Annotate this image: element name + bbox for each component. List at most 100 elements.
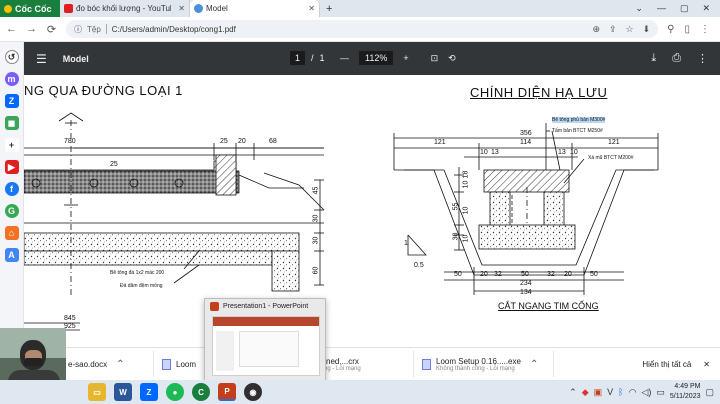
file-icon [162, 358, 171, 370]
dim-label: 121 [434, 139, 446, 146]
dim-label: 18 [462, 170, 470, 179]
antivirus-icon[interactable]: ◆ [582, 387, 589, 398]
clock-date: 5/11/2023 [669, 393, 701, 400]
download-pdf-icon[interactable]: ⤓ [651, 52, 656, 65]
maximize-button[interactable]: ▢ [680, 3, 689, 14]
dim-label: 50 [454, 271, 462, 278]
share-icon[interactable]: ⇪ [609, 24, 617, 35]
fit-page-icon[interactable]: ⊡ [431, 53, 439, 64]
minimize-button[interactable]: — [657, 3, 666, 14]
youtube-sidebar-icon[interactable]: ▶ [4, 160, 19, 174]
translate-icon[interactable]: A [4, 248, 19, 262]
facebook-icon[interactable]: f [4, 182, 19, 196]
extensions-icon[interactable]: ⚲ [667, 24, 674, 35]
pdf-drawing-canvas: NG QUA ĐƯỜNG LOẠI 1 CHÍNH DIỆN HẠ LƯU CẮ… [24, 75, 720, 347]
dim-label: 114 [520, 139, 532, 146]
dim-label: 60 [312, 266, 320, 275]
download-name: Loom Setup 0.16.....exe [436, 356, 521, 366]
pdf-toolbar: ☰ Model 1 / 1 — 112% + ⊡ ⟲ ⤓ ⎙ ⋮ [24, 42, 720, 75]
download-status: Không thành công - Lỗi mạng [436, 365, 515, 372]
tab-youtube[interactable]: đo bóc khối lượng - YouTube ✕ [60, 0, 190, 17]
chevron-up-icon[interactable]: ⌃ [569, 387, 577, 398]
download-icon[interactable]: ⬇ [643, 24, 651, 35]
obs-icon[interactable]: ◉ [244, 383, 262, 401]
dim-label: 20 [564, 271, 572, 278]
vpn-icon[interactable]: V [607, 387, 613, 397]
url-text: C:/Users/admin/Desktop/cong1.pdf [111, 24, 236, 34]
download-item[interactable]: Loom Setup 0.16.....exe Không thành công… [414, 351, 554, 377]
page-separator: / [311, 53, 314, 63]
dim-label: 121 [608, 139, 620, 146]
game-icon[interactable]: ◼ [4, 116, 19, 130]
messenger-icon[interactable]: m [4, 72, 19, 86]
downloads-actions: Hiển thị tất cả ✕ [642, 360, 720, 369]
zoom-value-input[interactable]: 112% [359, 51, 394, 65]
menu-hamburger-icon[interactable]: ☰ [36, 52, 47, 66]
tab-search-icon[interactable]: ⌄ [635, 3, 643, 14]
chevron-up-icon[interactable]: ⌃ [530, 359, 538, 370]
dim-label: 20 [480, 271, 488, 278]
zalo-sidebar-icon[interactable]: Z [4, 94, 19, 108]
tab-label: Model [206, 4, 228, 13]
slide-canvas [239, 331, 299, 367]
app-tray-icon[interactable]: ▣ [594, 387, 603, 398]
close-tab-icon[interactable]: ✕ [308, 4, 315, 13]
battery-icon[interactable]: ▭ [656, 387, 665, 398]
powerpoint-small-icon [210, 302, 219, 311]
preview-thumbnail[interactable] [212, 316, 320, 376]
zoom-out-button[interactable]: — [340, 53, 349, 63]
zoom-icon[interactable]: ⊕ [592, 24, 600, 35]
taskbar-preview[interactable]: Presentation1 - PowerPoint [204, 298, 326, 382]
window-controls: ⌄ — ▢ ✕ [635, 3, 720, 14]
slope-label: 0.5 [414, 262, 424, 269]
info-icon[interactable]: ⓘ [74, 24, 82, 35]
notification-icon[interactable]: ▢ [705, 387, 714, 398]
spotify-icon[interactable]: ● [166, 383, 184, 401]
volume-icon[interactable]: ◁) [641, 387, 651, 398]
download-name: e-sao.docx [68, 359, 108, 369]
powerpoint-icon[interactable]: P [218, 383, 236, 401]
star-icon[interactable]: ☆ [626, 24, 634, 35]
print-icon[interactable]: ⎙ [672, 52, 681, 65]
zoom-in-button[interactable]: + [403, 53, 408, 63]
forward-button[interactable]: → [26, 23, 37, 35]
history-icon[interactable]: ↺ [4, 50, 19, 64]
coccoc-icon[interactable]: C [192, 383, 210, 401]
google-icon[interactable]: G [4, 204, 19, 218]
url-input[interactable]: ⓘ Tệp C:/Users/admin/Desktop/cong1.pdf ⊕… [66, 20, 659, 38]
document-name: Model [62, 53, 89, 64]
preview-header: Presentation1 - PowerPoint [205, 299, 325, 314]
tab-model[interactable]: Model ✕ [190, 0, 320, 17]
coccoc-logo[interactable]: Cốc Cốc [0, 0, 60, 17]
back-button[interactable]: ← [6, 23, 17, 35]
zalo-icon[interactable]: Z [140, 383, 158, 401]
shop-icon[interactable]: ⌂ [4, 226, 19, 240]
bluetooth-icon[interactable]: ᛒ [618, 387, 623, 397]
rotate-icon[interactable]: ⟲ [448, 53, 456, 64]
more-options-icon[interactable]: ⋮ [697, 52, 708, 65]
wifi-icon[interactable]: ◠ [629, 387, 637, 398]
note-label: Tấm bản BTCT M250# [552, 128, 603, 134]
word-icon[interactable]: W [114, 383, 132, 401]
right-section [393, 123, 659, 295]
dim-label: 10 [462, 180, 470, 189]
note-label: Đá dăm đệm móng [120, 283, 163, 289]
chevron-up-icon[interactable]: ⌃ [116, 359, 124, 370]
dim-label: 10 [570, 149, 578, 156]
clock[interactable]: 4:49 PM 5/11/2023 [670, 382, 701, 402]
file-explorer-icon[interactable]: ▭ [88, 383, 106, 401]
close-tab-icon[interactable]: ✕ [178, 4, 185, 13]
current-page-input[interactable]: 1 [290, 51, 306, 65]
close-downloads-button[interactable]: ✕ [703, 360, 710, 369]
sidebar-toggle-icon[interactable]: ▯ [684, 24, 690, 35]
new-tab-button[interactable]: + [320, 3, 338, 15]
dim-label: 45 [312, 186, 320, 195]
reload-button[interactable]: ⟳ [46, 23, 57, 36]
dim-label: 234 [520, 280, 532, 287]
menu-icon[interactable]: ⋮ [700, 24, 710, 35]
dim-label: 32 [547, 271, 555, 278]
show-all-link[interactable]: Hiển thị tất cả [642, 360, 691, 369]
add-icon[interactable]: + [4, 138, 19, 152]
dim-label: 50 [521, 271, 529, 278]
close-window-button[interactable]: ✕ [702, 3, 710, 14]
